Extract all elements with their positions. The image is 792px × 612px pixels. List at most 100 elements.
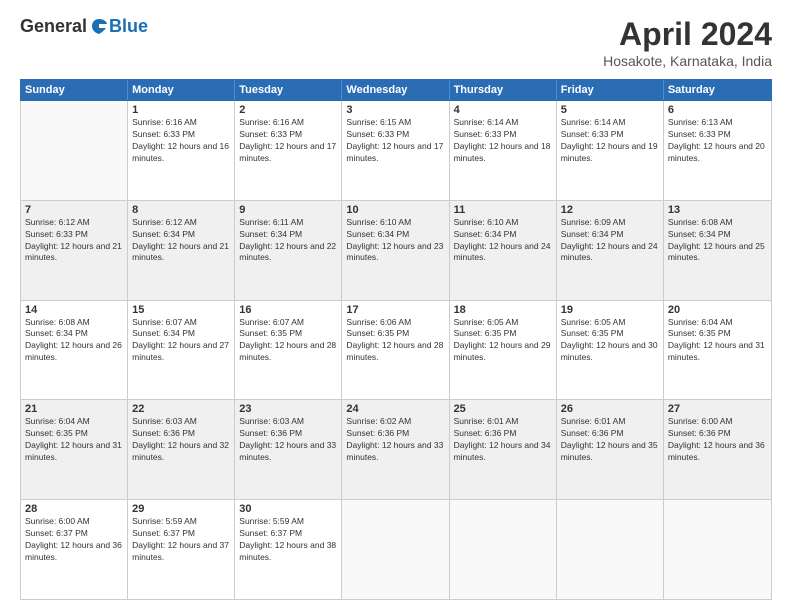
cell-info: Sunrise: 6:00 AMSunset: 6:37 PMDaylight:… bbox=[25, 516, 123, 564]
day-cell-10: 10Sunrise: 6:10 AMSunset: 6:34 PMDayligh… bbox=[342, 201, 449, 300]
day-cell-5: 5Sunrise: 6:14 AMSunset: 6:33 PMDaylight… bbox=[557, 101, 664, 200]
calendar-row-1: 1Sunrise: 6:16 AMSunset: 6:33 PMDaylight… bbox=[21, 101, 771, 201]
logo-blue: Blue bbox=[109, 16, 148, 37]
subtitle: Hosakote, Karnataka, India bbox=[603, 53, 772, 69]
day-number: 28 bbox=[25, 503, 123, 515]
header: General Blue April 2024 Hosakote, Karnat… bbox=[20, 16, 772, 69]
empty-cell bbox=[342, 500, 449, 599]
cell-info: Sunrise: 6:10 AMSunset: 6:34 PMDaylight:… bbox=[346, 217, 444, 265]
calendar-body: 1Sunrise: 6:16 AMSunset: 6:33 PMDaylight… bbox=[20, 101, 772, 600]
cell-info: Sunrise: 6:00 AMSunset: 6:36 PMDaylight:… bbox=[668, 416, 767, 464]
day-number: 21 bbox=[25, 403, 123, 415]
day-number: 16 bbox=[239, 304, 337, 316]
day-header-sunday: Sunday bbox=[21, 80, 128, 100]
cell-info: Sunrise: 6:03 AMSunset: 6:36 PMDaylight:… bbox=[239, 416, 337, 464]
day-cell-8: 8Sunrise: 6:12 AMSunset: 6:34 PMDaylight… bbox=[128, 201, 235, 300]
cell-info: Sunrise: 6:01 AMSunset: 6:36 PMDaylight:… bbox=[454, 416, 552, 464]
day-number: 11 bbox=[454, 204, 552, 216]
day-cell-21: 21Sunrise: 6:04 AMSunset: 6:35 PMDayligh… bbox=[21, 400, 128, 499]
calendar-row-4: 21Sunrise: 6:04 AMSunset: 6:35 PMDayligh… bbox=[21, 400, 771, 500]
day-number: 20 bbox=[668, 304, 767, 316]
day-cell-29: 29Sunrise: 5:59 AMSunset: 6:37 PMDayligh… bbox=[128, 500, 235, 599]
cell-info: Sunrise: 6:02 AMSunset: 6:36 PMDaylight:… bbox=[346, 416, 444, 464]
calendar: SundayMondayTuesdayWednesdayThursdayFrid… bbox=[20, 79, 772, 600]
main-title: April 2024 bbox=[603, 16, 772, 53]
day-number: 3 bbox=[346, 104, 444, 116]
cell-info: Sunrise: 6:07 AMSunset: 6:34 PMDaylight:… bbox=[132, 317, 230, 365]
calendar-row-3: 14Sunrise: 6:08 AMSunset: 6:34 PMDayligh… bbox=[21, 301, 771, 401]
day-cell-9: 9Sunrise: 6:11 AMSunset: 6:34 PMDaylight… bbox=[235, 201, 342, 300]
cell-info: Sunrise: 6:15 AMSunset: 6:33 PMDaylight:… bbox=[346, 117, 444, 165]
day-cell-17: 17Sunrise: 6:06 AMSunset: 6:35 PMDayligh… bbox=[342, 301, 449, 400]
cell-info: Sunrise: 6:14 AMSunset: 6:33 PMDaylight:… bbox=[561, 117, 659, 165]
day-number: 2 bbox=[239, 104, 337, 116]
day-number: 1 bbox=[132, 104, 230, 116]
day-cell-14: 14Sunrise: 6:08 AMSunset: 6:34 PMDayligh… bbox=[21, 301, 128, 400]
day-number: 4 bbox=[454, 104, 552, 116]
cell-info: Sunrise: 5:59 AMSunset: 6:37 PMDaylight:… bbox=[239, 516, 337, 564]
cell-info: Sunrise: 6:14 AMSunset: 6:33 PMDaylight:… bbox=[454, 117, 552, 165]
day-number: 18 bbox=[454, 304, 552, 316]
day-number: 12 bbox=[561, 204, 659, 216]
day-cell-12: 12Sunrise: 6:09 AMSunset: 6:34 PMDayligh… bbox=[557, 201, 664, 300]
cell-info: Sunrise: 6:07 AMSunset: 6:35 PMDaylight:… bbox=[239, 317, 337, 365]
logo-general: General bbox=[20, 16, 87, 37]
cell-info: Sunrise: 6:16 AMSunset: 6:33 PMDaylight:… bbox=[239, 117, 337, 165]
day-cell-1: 1Sunrise: 6:16 AMSunset: 6:33 PMDaylight… bbox=[128, 101, 235, 200]
day-number: 13 bbox=[668, 204, 767, 216]
day-number: 27 bbox=[668, 403, 767, 415]
day-header-thursday: Thursday bbox=[450, 80, 557, 100]
cell-info: Sunrise: 6:11 AMSunset: 6:34 PMDaylight:… bbox=[239, 217, 337, 265]
day-number: 7 bbox=[25, 204, 123, 216]
calendar-row-2: 7Sunrise: 6:12 AMSunset: 6:33 PMDaylight… bbox=[21, 201, 771, 301]
day-cell-16: 16Sunrise: 6:07 AMSunset: 6:35 PMDayligh… bbox=[235, 301, 342, 400]
empty-cell bbox=[557, 500, 664, 599]
day-cell-11: 11Sunrise: 6:10 AMSunset: 6:34 PMDayligh… bbox=[450, 201, 557, 300]
cell-info: Sunrise: 6:08 AMSunset: 6:34 PMDaylight:… bbox=[25, 317, 123, 365]
cell-info: Sunrise: 5:59 AMSunset: 6:37 PMDaylight:… bbox=[132, 516, 230, 564]
cell-info: Sunrise: 6:12 AMSunset: 6:33 PMDaylight:… bbox=[25, 217, 123, 265]
day-header-monday: Monday bbox=[128, 80, 235, 100]
day-number: 25 bbox=[454, 403, 552, 415]
logo-icon bbox=[89, 17, 109, 37]
day-number: 30 bbox=[239, 503, 337, 515]
day-cell-27: 27Sunrise: 6:00 AMSunset: 6:36 PMDayligh… bbox=[664, 400, 771, 499]
day-cell-24: 24Sunrise: 6:02 AMSunset: 6:36 PMDayligh… bbox=[342, 400, 449, 499]
cell-info: Sunrise: 6:09 AMSunset: 6:34 PMDaylight:… bbox=[561, 217, 659, 265]
day-cell-2: 2Sunrise: 6:16 AMSunset: 6:33 PMDaylight… bbox=[235, 101, 342, 200]
day-cell-18: 18Sunrise: 6:05 AMSunset: 6:35 PMDayligh… bbox=[450, 301, 557, 400]
day-number: 29 bbox=[132, 503, 230, 515]
day-header-friday: Friday bbox=[557, 80, 664, 100]
cell-info: Sunrise: 6:05 AMSunset: 6:35 PMDaylight:… bbox=[454, 317, 552, 365]
day-number: 6 bbox=[668, 104, 767, 116]
day-cell-19: 19Sunrise: 6:05 AMSunset: 6:35 PMDayligh… bbox=[557, 301, 664, 400]
day-number: 24 bbox=[346, 403, 444, 415]
day-number: 5 bbox=[561, 104, 659, 116]
title-section: April 2024 Hosakote, Karnataka, India bbox=[603, 16, 772, 69]
day-header-saturday: Saturday bbox=[664, 80, 771, 100]
logo: General Blue bbox=[20, 16, 148, 37]
empty-cell bbox=[21, 101, 128, 200]
day-cell-23: 23Sunrise: 6:03 AMSunset: 6:36 PMDayligh… bbox=[235, 400, 342, 499]
cell-info: Sunrise: 6:16 AMSunset: 6:33 PMDaylight:… bbox=[132, 117, 230, 165]
day-cell-20: 20Sunrise: 6:04 AMSunset: 6:35 PMDayligh… bbox=[664, 301, 771, 400]
day-number: 17 bbox=[346, 304, 444, 316]
day-cell-4: 4Sunrise: 6:14 AMSunset: 6:33 PMDaylight… bbox=[450, 101, 557, 200]
day-cell-26: 26Sunrise: 6:01 AMSunset: 6:36 PMDayligh… bbox=[557, 400, 664, 499]
empty-cell bbox=[450, 500, 557, 599]
day-number: 10 bbox=[346, 204, 444, 216]
day-cell-25: 25Sunrise: 6:01 AMSunset: 6:36 PMDayligh… bbox=[450, 400, 557, 499]
cell-info: Sunrise: 6:06 AMSunset: 6:35 PMDaylight:… bbox=[346, 317, 444, 365]
calendar-header: SundayMondayTuesdayWednesdayThursdayFrid… bbox=[20, 79, 772, 101]
day-number: 19 bbox=[561, 304, 659, 316]
day-cell-13: 13Sunrise: 6:08 AMSunset: 6:34 PMDayligh… bbox=[664, 201, 771, 300]
day-number: 26 bbox=[561, 403, 659, 415]
day-cell-30: 30Sunrise: 5:59 AMSunset: 6:37 PMDayligh… bbox=[235, 500, 342, 599]
cell-info: Sunrise: 6:04 AMSunset: 6:35 PMDaylight:… bbox=[25, 416, 123, 464]
day-header-tuesday: Tuesday bbox=[235, 80, 342, 100]
cell-info: Sunrise: 6:03 AMSunset: 6:36 PMDaylight:… bbox=[132, 416, 230, 464]
cell-info: Sunrise: 6:05 AMSunset: 6:35 PMDaylight:… bbox=[561, 317, 659, 365]
day-number: 9 bbox=[239, 204, 337, 216]
cell-info: Sunrise: 6:13 AMSunset: 6:33 PMDaylight:… bbox=[668, 117, 767, 165]
day-cell-28: 28Sunrise: 6:00 AMSunset: 6:37 PMDayligh… bbox=[21, 500, 128, 599]
